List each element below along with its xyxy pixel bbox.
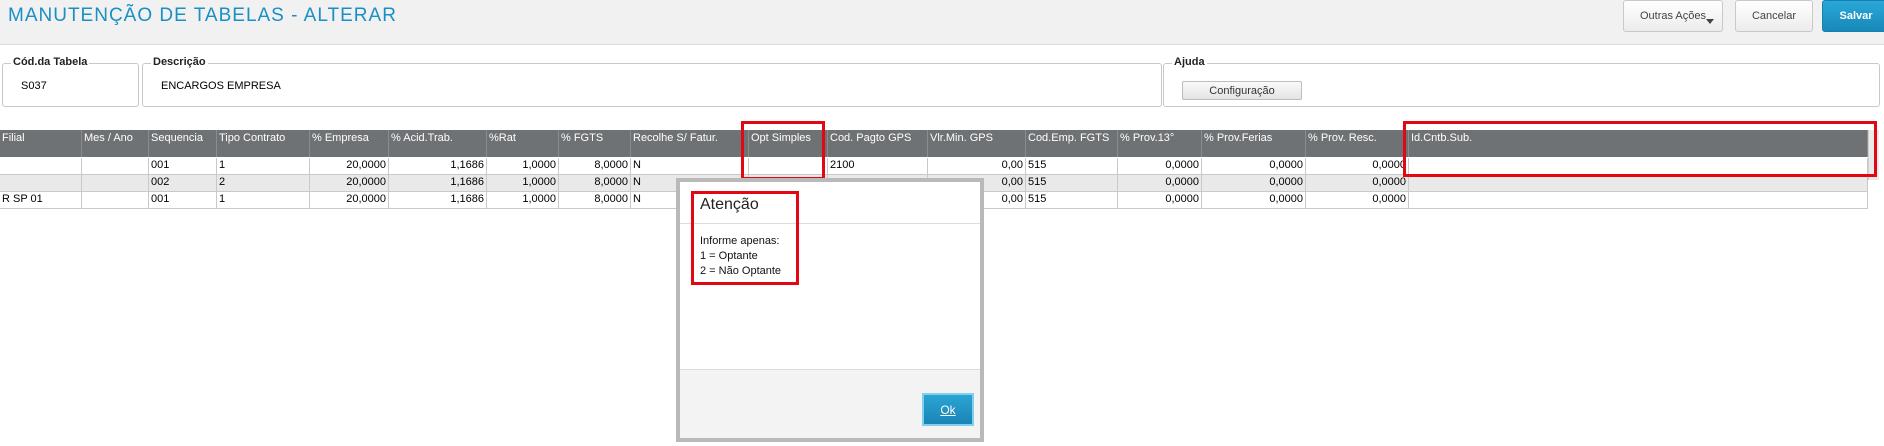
cell-tipo-contrato[interactable]: 1 <box>217 192 310 208</box>
dialog-divider <box>680 223 980 224</box>
dialog-title: Atenção <box>700 196 759 213</box>
column-header-tipo-contrato[interactable]: Tipo Contrato <box>217 130 310 157</box>
description-group: Descrição ENCARGOS EMPRESA <box>142 56 1162 107</box>
dialog-message-line: 2 = Não Optante <box>700 265 782 277</box>
cell-filial[interactable]: R SP 01 <box>0 192 82 208</box>
cell-fgts[interactable]: 8,0000 <box>559 158 631 174</box>
cell-mes-ano[interactable] <box>82 192 149 208</box>
cell-prov-resc[interactable]: 0,0000 <box>1306 192 1409 208</box>
cell-acid-trab[interactable]: 1,1686 <box>389 175 487 191</box>
grid-header: Filial Mes / Ano Sequencia Tipo Contrato… <box>0 130 1868 157</box>
cell-rat[interactable]: 1,0000 <box>487 192 559 208</box>
top-bar: MANUTENÇÃO DE TABELAS - ALTERAR Outras A… <box>0 0 1884 45</box>
table-code-field[interactable]: S037 <box>21 80 47 92</box>
attention-dialog: Atenção Informe apenas: 1 = Optante 2 = … <box>676 178 984 442</box>
cell-cod-emp-fgts[interactable]: 515 <box>1026 175 1118 191</box>
cell-cod-pagto-gps[interactable]: 2100 <box>828 158 928 174</box>
cell-empresa[interactable]: 20,0000 <box>310 175 389 191</box>
cell-filial[interactable] <box>0 175 82 191</box>
table-code-label: Cód.da Tabela <box>11 56 90 68</box>
column-header-prov-ferias[interactable]: % Prov.Ferias <box>1202 130 1306 157</box>
save-button[interactable]: Salvar <box>1822 0 1884 32</box>
page-title: MANUTENÇÃO DE TABELAS - ALTERAR <box>8 5 397 26</box>
cell-fgts[interactable]: 8,0000 <box>559 192 631 208</box>
configuration-button[interactable]: Configuração <box>1182 81 1302 100</box>
cell-prov-ferias[interactable]: 0,0000 <box>1202 158 1306 174</box>
other-actions-label: Outras Ações <box>1639 10 1707 22</box>
cell-mes-ano[interactable] <box>82 158 149 174</box>
column-header-prov-13[interactable]: % Prov.13° <box>1118 130 1202 157</box>
cell-prov-13[interactable]: 0,0000 <box>1118 175 1202 191</box>
dialog-footer: Ok <box>680 369 980 438</box>
grid-scrollbar[interactable] <box>1868 130 1879 180</box>
chevron-down-icon <box>1706 19 1714 24</box>
cell-vlr-min-gps[interactable]: 0,00 <box>928 158 1026 174</box>
column-header-recolhe[interactable]: Recolhe S/ Fatur. <box>631 130 749 157</box>
cell-prov-ferias[interactable]: 0,0000 <box>1202 192 1306 208</box>
cell-id-cntb-sub[interactable] <box>1409 192 1868 208</box>
column-header-prov-resc[interactable]: % Prov. Resc. <box>1306 130 1409 157</box>
cell-empresa[interactable]: 20,0000 <box>310 192 389 208</box>
column-header-opt-simples[interactable]: Opt Simples <box>749 130 828 157</box>
column-header-id-cntb-sub[interactable]: Id.Cntb.Sub. <box>1409 130 1868 157</box>
cell-rat[interactable]: 1,0000 <box>487 158 559 174</box>
cell-prov-ferias[interactable]: 0,0000 <box>1202 175 1306 191</box>
cell-tipo-contrato[interactable]: 2 <box>217 175 310 191</box>
column-header-rat[interactable]: %Rat <box>487 130 559 157</box>
cell-rat[interactable]: 1,0000 <box>487 175 559 191</box>
dialog-message-line: 1 = Optante <box>700 250 758 262</box>
cell-tipo-contrato[interactable]: 1 <box>217 158 310 174</box>
cell-filial[interactable] <box>0 158 82 174</box>
cancel-button[interactable]: Cancelar <box>1735 0 1813 32</box>
column-header-fgts[interactable]: % FGTS <box>559 130 631 157</box>
cell-sequencia[interactable]: 001 <box>149 158 217 174</box>
cell-sequencia[interactable]: 002 <box>149 175 217 191</box>
description-label: Descrição <box>151 56 208 68</box>
description-field[interactable]: ENCARGOS EMPRESA <box>161 80 281 92</box>
cell-prov-resc[interactable]: 0,0000 <box>1306 175 1409 191</box>
cell-cod-emp-fgts[interactable]: 515 <box>1026 158 1118 174</box>
column-header-filial[interactable]: Filial <box>0 130 82 157</box>
cell-prov-13[interactable]: 0,0000 <box>1118 158 1202 174</box>
cell-mes-ano[interactable] <box>82 175 149 191</box>
cell-opt-simples[interactable] <box>749 158 828 174</box>
ok-button[interactable]: Ok <box>922 393 974 426</box>
cell-id-cntb-sub[interactable] <box>1409 175 1868 191</box>
cell-sequencia[interactable]: 001 <box>149 192 217 208</box>
other-actions-button[interactable]: Outras Ações <box>1623 0 1723 32</box>
dialog-message: Informe apenas: 1 = Optante 2 = Não Opta… <box>700 234 781 279</box>
column-header-cod-emp-fgts[interactable]: Cod.Emp. FGTS <box>1026 130 1118 157</box>
column-header-vlr-min-gps[interactable]: Vlr.Min. GPS <box>928 130 1026 157</box>
column-header-sequencia[interactable]: Sequencia <box>149 130 217 157</box>
cell-cod-emp-fgts[interactable]: 515 <box>1026 192 1118 208</box>
column-header-mes-ano[interactable]: Mes / Ano <box>82 130 149 157</box>
column-header-empresa[interactable]: % Empresa <box>310 130 389 157</box>
dialog-message-line: Informe apenas: <box>700 235 780 247</box>
column-header-acid-trab[interactable]: % Acid.Trab. <box>389 130 487 157</box>
cell-acid-trab[interactable]: 1,1686 <box>389 192 487 208</box>
cell-prov-resc[interactable]: 0,0000 <box>1306 158 1409 174</box>
cell-id-cntb-sub[interactable] <box>1409 158 1868 174</box>
cell-recolhe[interactable]: N <box>631 158 749 174</box>
cell-fgts[interactable]: 8,0000 <box>559 175 631 191</box>
help-label: Ajuda <box>1172 56 1207 68</box>
table-code-group: Cód.da Tabela S037 <box>2 56 139 107</box>
cell-prov-13[interactable]: 0,0000 <box>1118 192 1202 208</box>
help-group: Ajuda Configuração <box>1163 56 1880 107</box>
table-row[interactable]: 001 1 20,0000 1,1686 1,0000 8,0000 N 210… <box>0 158 1868 175</box>
cell-empresa[interactable]: 20,0000 <box>310 158 389 174</box>
cell-acid-trab[interactable]: 1,1686 <box>389 158 487 174</box>
column-header-cod-pagto-gps[interactable]: Cod. Pagto GPS <box>828 130 928 157</box>
